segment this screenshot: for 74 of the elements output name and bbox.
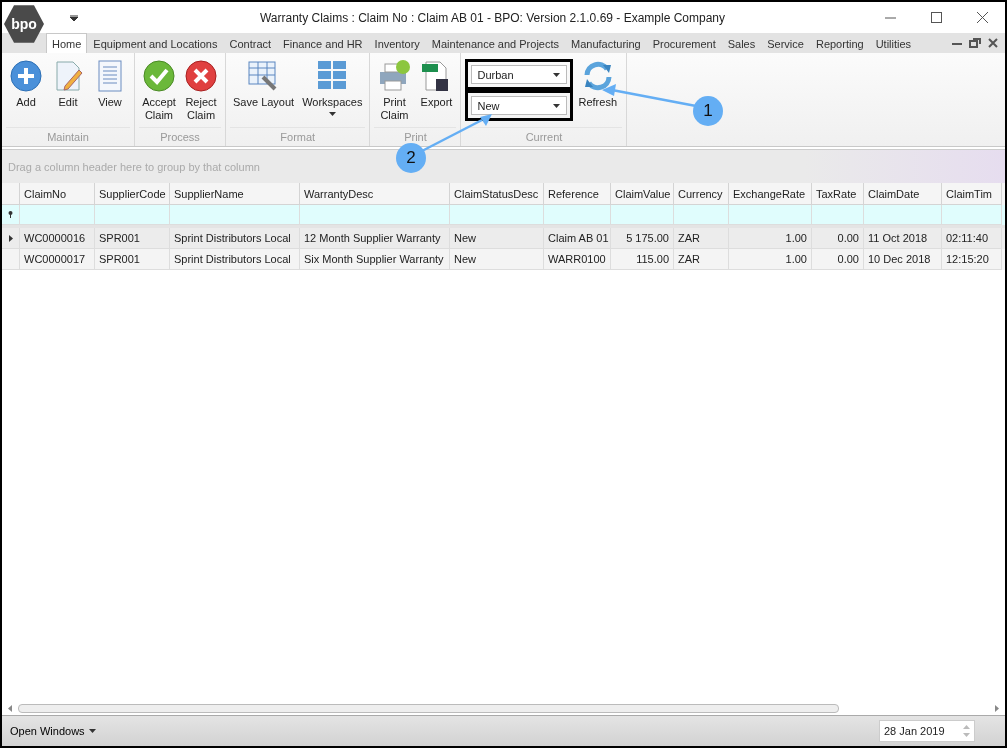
group-label: Process — [139, 127, 221, 146]
ribbon-button[interactable]: View — [90, 57, 130, 111]
table-cell: New — [450, 249, 544, 270]
group-label: Current — [465, 127, 623, 146]
window-title: Warranty Claims : Claim No : Claim AB 01 - BPO: Version 2.1.0.69 - Example Company — [258, 10, 727, 25]
filter-cell[interactable] — [300, 205, 450, 225]
ribbon-tab[interactable]: Manufacturing — [565, 33, 647, 53]
scroll-left-icon[interactable] — [8, 704, 12, 712]
filter-cell[interactable] — [812, 205, 864, 225]
ribbon-button[interactable]: Save Layout — [230, 57, 298, 111]
filter-cell[interactable] — [95, 205, 170, 225]
table-cell: SPR001 — [95, 249, 170, 270]
group-by-hint: Drag a column header here to group by that column — [8, 160, 260, 173]
restore-icon[interactable] — [969, 38, 981, 48]
maximize-icon — [930, 12, 942, 23]
filter-cell[interactable] — [942, 205, 1002, 225]
filter-cell[interactable] — [611, 205, 674, 225]
group-label: Format — [230, 127, 366, 146]
table-cell: WARR0100 — [544, 249, 611, 270]
table-cell: 115.00 — [611, 249, 674, 270]
table-cell: WC0000017 — [20, 249, 95, 270]
date-field[interactable]: 28 Jan 2019 — [879, 720, 975, 742]
ribbon-tab[interactable]: Home — [46, 33, 88, 53]
caret-icon — [88, 729, 96, 733]
ribbon-tab[interactable]: Maintenance and Projects — [425, 33, 565, 53]
quick-access-caret-icon[interactable] — [70, 14, 78, 21]
ribbon-tab[interactable]: Reporting — [809, 33, 870, 53]
filter-cell[interactable] — [864, 205, 942, 225]
ribbon-button[interactable]: Add — [6, 57, 46, 111]
filter-cell[interactable] — [674, 205, 729, 225]
plus-icon — [9, 59, 43, 93]
ribbon-tab[interactable]: Utilities — [869, 33, 918, 53]
ribbon-tab[interactable]: Equipment and Locations — [87, 33, 224, 53]
checkmark-icon — [142, 59, 176, 93]
dropdown-caret-icon — [553, 103, 561, 108]
current-row-icon — [8, 234, 13, 242]
ribbon-tab[interactable]: Contract — [223, 33, 278, 53]
ribbon-tab[interactable]: Finance and HR — [277, 33, 369, 53]
ribbon-button[interactable]: Refresh — [575, 57, 620, 111]
dropdown-caret-icon — [553, 72, 561, 77]
table-cell: 10 Dec 2018 — [864, 249, 942, 270]
filter-cell[interactable] — [544, 205, 611, 225]
ribbon-button[interactable]: Export — [416, 57, 457, 111]
ribbon-button[interactable]: Accept Claim — [139, 57, 179, 124]
close-icon[interactable] — [987, 38, 999, 48]
ribbon-button[interactable]: Workspaces — [299, 57, 366, 118]
filter-cell[interactable] — [20, 205, 95, 225]
scroll-right-icon[interactable] — [995, 704, 999, 712]
dropdown-field[interactable]: New — [471, 96, 568, 115]
ribbon-button[interactable]: Edit — [48, 57, 88, 111]
table-cell: 12:15:20 — [942, 249, 1002, 270]
filter-cell[interactable] — [450, 205, 544, 225]
table-cell: 0.00 — [812, 249, 864, 270]
filter-cell[interactable] — [170, 205, 300, 225]
ribbon-tab[interactable]: Sales — [721, 33, 762, 53]
open-windows-menu[interactable]: Open Windows — [8, 725, 98, 737]
close-icon — [976, 12, 988, 23]
ribbon-button[interactable]: Reject Claim — [181, 57, 221, 124]
table-cell: Six Month Supplier Warranty — [300, 249, 450, 270]
filter-cell[interactable] — [729, 205, 812, 225]
printer-icon — [377, 59, 412, 93]
dropdown-field[interactable]: Durban — [471, 65, 568, 84]
cross-icon — [184, 59, 218, 93]
ribbon-tab[interactable]: Procurement — [646, 33, 722, 53]
ribbon-tab[interactable]: Inventory — [368, 33, 426, 53]
app-logo: bpo — [4, 4, 44, 44]
table-cell: ZAR — [674, 249, 729, 270]
table-cell: Sprint Distributors Local — [170, 249, 300, 270]
spinner-icon — [963, 724, 970, 738]
ribbon-button[interactable]: Print Claim — [374, 57, 415, 124]
table-cell: 1.00 — [729, 249, 812, 270]
group-label: Maintain — [6, 127, 130, 146]
filter-pin-icon — [8, 211, 13, 218]
ribbon-tab[interactable]: Service — [761, 33, 810, 53]
